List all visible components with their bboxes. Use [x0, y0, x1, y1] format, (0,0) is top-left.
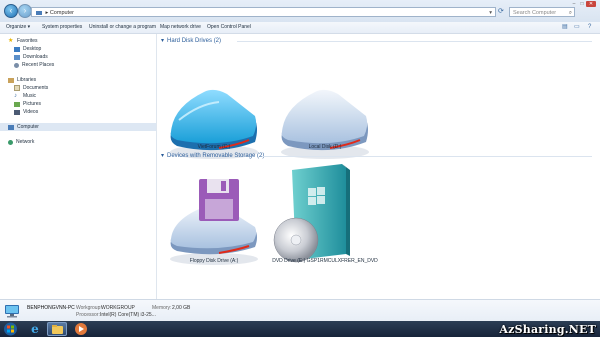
explorer-taskbar-button[interactable]: [47, 322, 67, 336]
details-pane: BENPHONGVNN-PC Workgroup: WORKGROUP Memo…: [0, 299, 600, 322]
address-bar[interactable]: ▸ Computer ▾: [31, 7, 496, 17]
computer-icon: [5, 305, 19, 318]
window-controls: – □ ✕: [570, 1, 596, 7]
network-icon: [8, 139, 13, 145]
svg-text:e: e: [31, 322, 39, 336]
sidebar-item-libraries[interactable]: Libraries: [8, 76, 36, 84]
music-icon: ♪: [14, 92, 17, 99]
folder-icon: [52, 325, 63, 334]
drive-e-label[interactable]: DVD Drive (E:) GSP1RMCULXFRER_EN_DVD: [255, 258, 395, 264]
content-pane: ▾ Hard Disk Drives (2) VietForum (C:) Lo…: [157, 34, 600, 299]
sidebar-item-label: Pictures: [23, 101, 42, 107]
forward-arrow-icon[interactable]: ›: [18, 4, 32, 18]
watermark: AzSharing.NET: [499, 323, 596, 336]
title-bar: ‹ › ▸ Computer ▾ ⟳ Search Computer ⌕ – □…: [0, 0, 600, 23]
memory-label: Memory:: [152, 305, 172, 311]
open-control-panel-button[interactable]: Open Control Panel: [207, 22, 251, 33]
removable-group-header[interactable]: ▾ Devices with Removable Storage (2): [161, 152, 265, 160]
start-button[interactable]: [3, 322, 18, 336]
videos-icon: [14, 109, 20, 115]
hdd-group-title: Hard Disk Drives (2): [167, 37, 222, 44]
uninstall-program-button[interactable]: Uninstall or change a program: [89, 22, 156, 33]
view-options-icon[interactable]: ▤: [562, 24, 569, 31]
dvd-drive-icon[interactable]: [270, 162, 380, 272]
sidebar-item-recent-places[interactable]: Recent Places: [14, 61, 54, 69]
sidebar-item-downloads[interactable]: Downloads: [14, 53, 48, 61]
sidebar-item-label: Recent Places: [22, 62, 55, 68]
system-properties-button[interactable]: System properties: [42, 22, 82, 33]
sidebar-item-favorites[interactable]: ★ Favorites: [8, 37, 38, 45]
sidebar-item-label: Music: [23, 93, 37, 99]
sidebar-item-music[interactable]: ♪ Music: [14, 92, 36, 100]
pictures-icon: [14, 101, 20, 107]
memory-value: 2,00 GB: [172, 305, 191, 311]
collapse-icon[interactable]: ▾: [161, 37, 164, 44]
documents-icon: [14, 85, 20, 91]
sidebar-item-label: Libraries: [17, 77, 37, 83]
sidebar-item-videos[interactable]: Videos: [14, 108, 38, 116]
group-divider: [262, 156, 592, 157]
sidebar-item-label: Desktop: [23, 46, 42, 52]
sidebar-item-label: Network: [16, 139, 35, 145]
libraries-icon: [8, 77, 14, 83]
star-icon: ★: [8, 37, 14, 44]
group-divider: [237, 41, 592, 42]
internet-explorer-icon[interactable]: e: [28, 322, 42, 336]
maximize-button[interactable]: □: [578, 1, 586, 7]
organize-button[interactable]: Organize ▾: [6, 22, 30, 33]
sidebar-item-label: Videos: [23, 109, 39, 115]
chevron-down-icon[interactable]: ▾: [489, 8, 492, 18]
sidebar-item-network[interactable]: Network: [8, 138, 34, 146]
processor-label: Processor:: [76, 312, 100, 318]
processor-value: Intel(R) Core(TM) i3-25...: [100, 312, 156, 318]
recent-places-icon: [14, 62, 19, 68]
computer-icon: [8, 124, 14, 130]
command-bar: Organize ▾ System properties Uninstall o…: [0, 22, 600, 34]
workgroup-label: Workgroup:: [76, 305, 102, 311]
computer-name: BENPHONGVNN-PC: [27, 305, 75, 311]
desktop-icon: [14, 46, 20, 52]
address-text: Computer: [49, 10, 74, 16]
close-button[interactable]: ✕: [586, 1, 596, 7]
sidebar-item-computer[interactable]: Computer: [0, 123, 156, 131]
hdd-group-header[interactable]: ▾ Hard Disk Drives (2): [161, 37, 222, 45]
search-icon: ⌕: [568, 10, 572, 16]
workgroup-value: WORKGROUP: [101, 305, 135, 311]
sidebar-item-label: Downloads: [23, 54, 48, 60]
minimize-button[interactable]: –: [570, 1, 578, 7]
sidebar-item-label: Documents: [23, 85, 49, 91]
search-placeholder: Search Computer: [513, 10, 557, 16]
navigation-pane: ★ Favorites Desktop Downloads Recent Pla…: [0, 34, 157, 299]
downloads-icon: [14, 54, 20, 60]
collapse-icon[interactable]: ▾: [161, 152, 164, 159]
drive-d-label[interactable]: Local Disk (D:): [255, 144, 395, 150]
refresh-icon[interactable]: ⟳: [498, 7, 506, 17]
search-input[interactable]: Search Computer ⌕: [509, 7, 575, 17]
removable-group-title: Devices with Removable Storage (2): [167, 152, 265, 159]
computer-icon: [36, 10, 42, 15]
back-arrow-icon[interactable]: ‹: [4, 4, 18, 18]
sidebar-item-pictures[interactable]: Pictures: [14, 100, 41, 108]
map-network-drive-button[interactable]: Map network drive: [160, 22, 201, 33]
hard-disk-icon[interactable]: [159, 74, 269, 184]
preview-pane-icon[interactable]: ▭: [574, 24, 586, 31]
sidebar-item-label: Favorites: [17, 38, 38, 44]
media-player-icon[interactable]: [74, 322, 88, 336]
sidebar-item-desktop[interactable]: Desktop: [14, 45, 41, 53]
sidebar-item-label: Computer: [17, 124, 39, 130]
help-icon[interactable]: ?: [588, 24, 595, 31]
sidebar-item-documents[interactable]: Documents: [14, 84, 48, 92]
